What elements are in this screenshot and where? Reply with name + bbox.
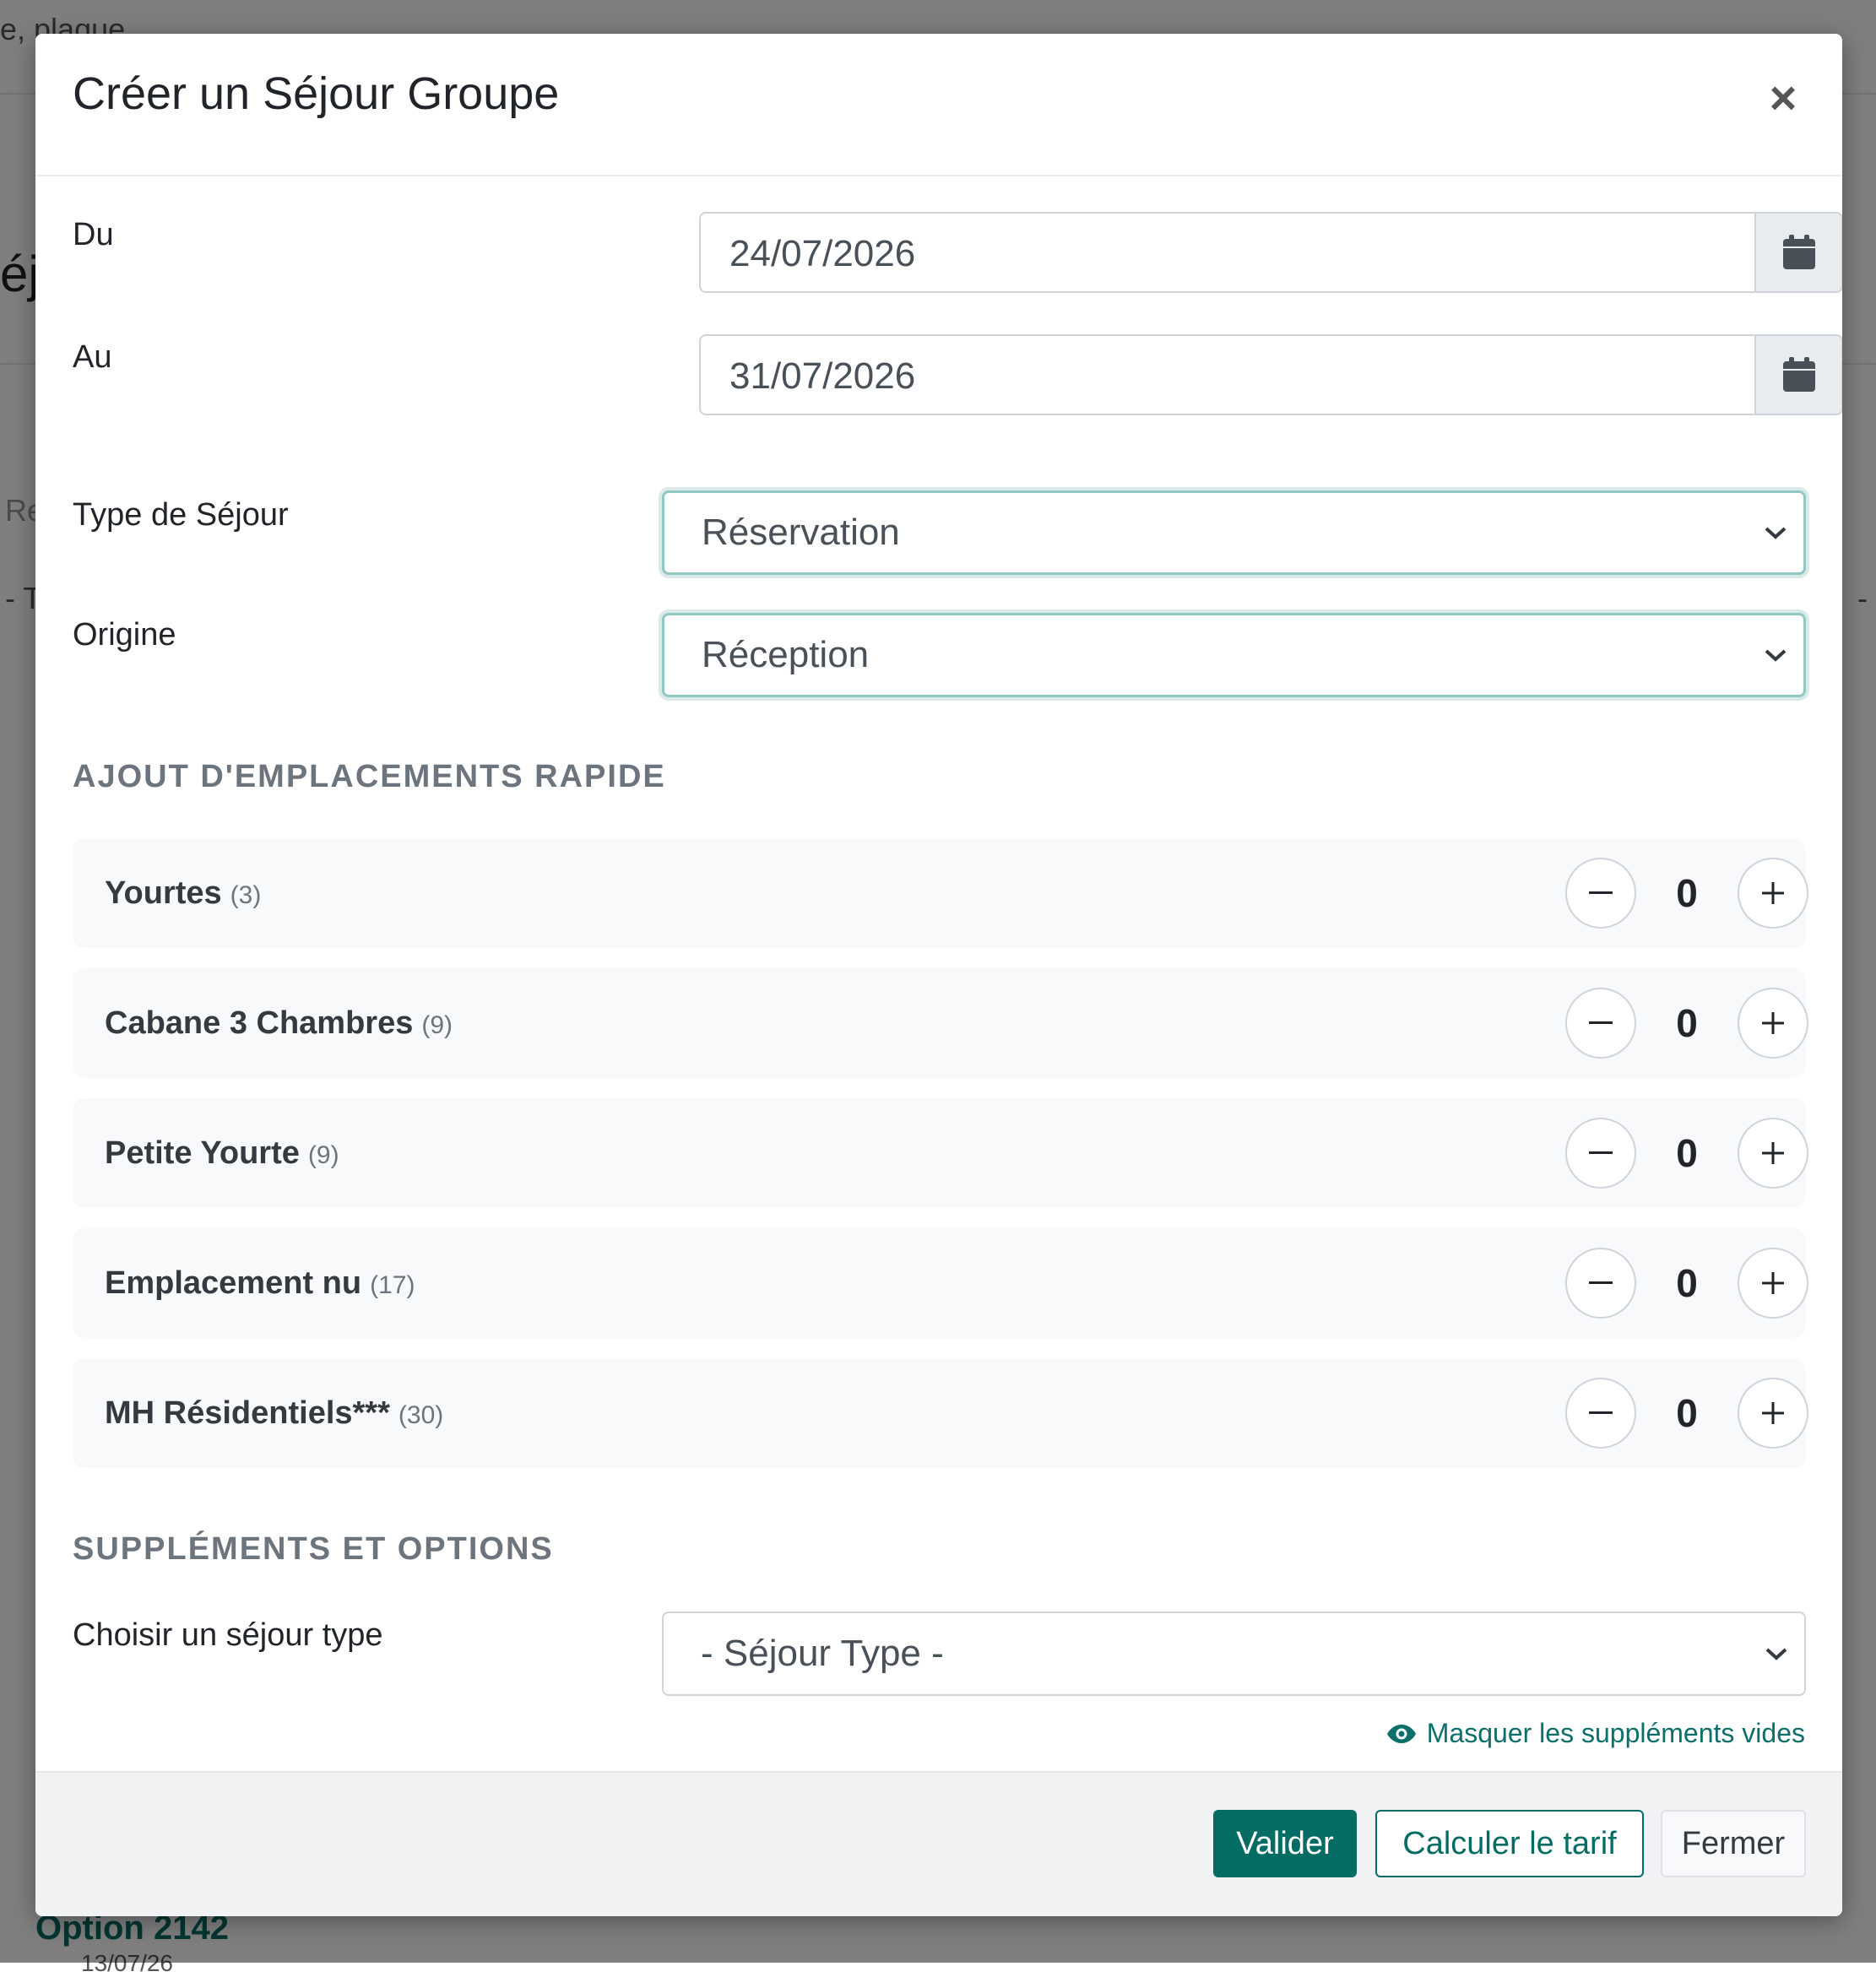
quantity-value: 0 <box>1676 1261 1698 1305</box>
accommodation-name: Yourtes <box>105 875 222 911</box>
stay-type-label: Type de Séjour <box>73 497 289 533</box>
to-date-input[interactable]: 31/07/2026 <box>699 334 1754 415</box>
accommodation-count: (3) <box>230 881 262 909</box>
supplements-section-title: SUPPLÉMENTS ET OPTIONS <box>73 1531 554 1567</box>
plus-icon <box>1762 1142 1784 1164</box>
from-calendar-button[interactable] <box>1754 212 1842 293</box>
hide-empty-supplements-link[interactable]: Masquer les suppléments vides <box>1386 1718 1805 1749</box>
plus-icon <box>1762 882 1784 904</box>
modal-footer: Valider Calculer le tarif Fermer <box>35 1771 1842 1916</box>
minus-icon <box>1589 1151 1613 1154</box>
modal-body: Du 24/07/2026 Au 31/07/2026 Type de Séjo… <box>35 176 1842 1806</box>
quantity-value: 0 <box>1676 1131 1698 1175</box>
minus-icon <box>1589 1021 1613 1024</box>
increment-button[interactable] <box>1738 988 1808 1059</box>
minus-icon <box>1589 1411 1613 1414</box>
modal-title: Créer un Séjour Groupe <box>73 68 560 119</box>
to-date-group: 31/07/2026 <box>699 334 1842 419</box>
accommodation-label: Emplacement nu (17) <box>105 1228 415 1338</box>
close-button[interactable]: × <box>1758 73 1808 123</box>
accommodation-count: (30) <box>398 1401 444 1429</box>
plus-icon <box>1762 1012 1784 1034</box>
quantity-value: 0 <box>1676 871 1698 915</box>
accommodation-label: Petite Yourte (9) <box>105 1098 339 1208</box>
accommodation-name: MH Résidentiels*** <box>105 1395 390 1431</box>
accommodation-row: Petite Yourte (9) 0 <box>73 1098 1808 1208</box>
accommodation-count: (17) <box>370 1271 415 1299</box>
calculate-rate-button[interactable]: Calculer le tarif <box>1375 1810 1644 1877</box>
calendar-icon <box>1782 235 1815 269</box>
increment-button[interactable] <box>1738 1378 1808 1449</box>
decrement-button[interactable] <box>1565 988 1636 1059</box>
close-footer-button[interactable]: Fermer <box>1661 1810 1806 1877</box>
quantity-value: 0 <box>1676 1001 1698 1045</box>
from-date-group: 24/07/2026 <box>699 212 1842 296</box>
minus-icon <box>1589 1281 1613 1284</box>
stay-type-template-select[interactable]: - Séjour Type - <box>662 1611 1806 1696</box>
accommodation-name: Emplacement nu <box>105 1265 362 1301</box>
minus-icon <box>1589 891 1613 894</box>
choose-stay-type-label: Choisir un séjour type <box>73 1617 383 1653</box>
accommodation-label: Cabane 3 Chambres (9) <box>105 968 453 1078</box>
decrement-button[interactable] <box>1565 1248 1636 1319</box>
decrement-button[interactable] <box>1565 1118 1636 1189</box>
modal-header: Créer un Séjour Groupe × <box>35 34 1842 176</box>
create-group-stay-modal: Créer un Séjour Groupe × Du 24/07/2026 A… <box>35 34 1842 1916</box>
accommodation-count: (9) <box>307 1141 339 1169</box>
increment-button[interactable] <box>1738 1248 1808 1319</box>
stay-type-select[interactable]: Réservation <box>662 490 1806 575</box>
plus-icon <box>1762 1402 1784 1424</box>
stay-type-value: Réservation <box>702 512 900 553</box>
accommodation-row: Cabane 3 Chambres (9) 0 <box>73 968 1808 1078</box>
chevron-down-icon <box>1765 649 1787 662</box>
quantity-value: 0 <box>1676 1391 1698 1435</box>
calendar-icon <box>1782 357 1815 392</box>
accommodation-label: Yourtes (3) <box>105 838 261 948</box>
origin-value: Réception <box>702 634 870 675</box>
decrement-button[interactable] <box>1565 1378 1636 1449</box>
accommodation-name: Petite Yourte <box>105 1135 300 1171</box>
plus-icon <box>1762 1272 1784 1294</box>
from-date-input[interactable]: 24/07/2026 <box>699 212 1754 293</box>
chevron-down-icon <box>1765 527 1787 539</box>
accommodation-label: MH Résidentiels*** (30) <box>105 1358 443 1468</box>
from-label: Du <box>73 217 114 252</box>
chevron-down-icon <box>1765 1648 1787 1660</box>
accommodation-name: Cabane 3 Chambres <box>105 1005 414 1041</box>
origin-select[interactable]: Réception <box>662 613 1806 697</box>
accommodation-row: MH Résidentiels*** (30) 0 <box>73 1358 1808 1468</box>
accommodation-row: Emplacement nu (17) 0 <box>73 1228 1808 1338</box>
quick-add-section-title: AJOUT D'EMPLACEMENTS RAPIDE <box>73 759 666 794</box>
increment-button[interactable] <box>1738 858 1808 929</box>
eye-icon <box>1386 1724 1416 1743</box>
accommodation-row: Yourtes (3) 0 <box>73 838 1808 948</box>
increment-button[interactable] <box>1738 1118 1808 1189</box>
origin-label: Origine <box>73 617 176 653</box>
to-label: Au <box>73 339 112 375</box>
decrement-button[interactable] <box>1565 858 1636 929</box>
hide-empty-supplements-label: Masquer les suppléments vides <box>1426 1718 1805 1748</box>
accommodation-count: (9) <box>421 1011 453 1039</box>
stay-type-template-value: - Séjour Type - <box>701 1633 944 1674</box>
to-calendar-button[interactable] <box>1754 334 1842 415</box>
validate-button[interactable]: Valider <box>1213 1810 1357 1877</box>
